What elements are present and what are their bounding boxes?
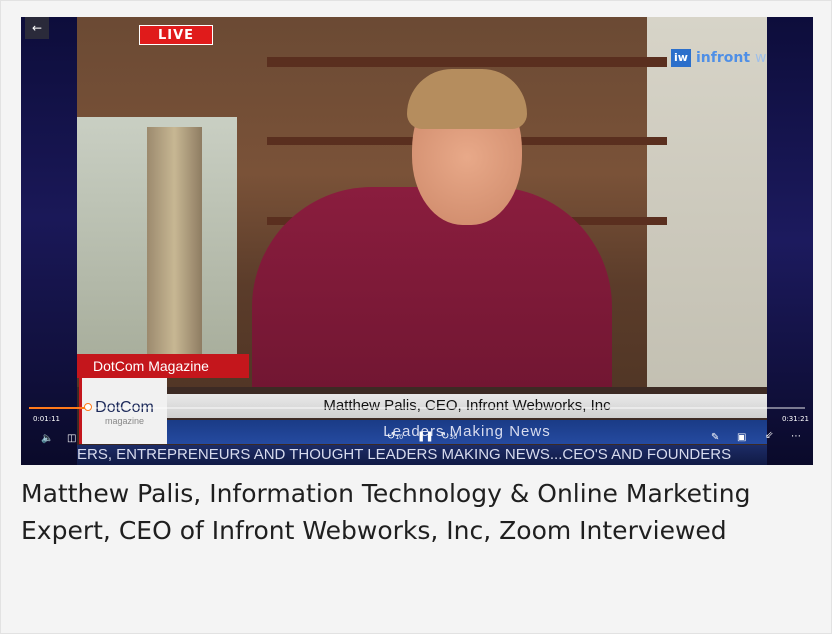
- forward-label: 30: [449, 434, 458, 441]
- collapse-icon: ⇙: [765, 430, 774, 441]
- blurred-right-edge: [767, 17, 813, 465]
- brand-name-bold: infront: [696, 50, 751, 66]
- back-arrow-icon: ←: [31, 21, 43, 35]
- brand-name-light: webworks: [755, 50, 767, 66]
- dotcom-magazine-banner: DotCom Magazine: [77, 354, 249, 378]
- duration-time: 0:31:21: [782, 415, 809, 423]
- edit-button[interactable]: ✎: [711, 432, 719, 444]
- bookshelf-top: [267, 57, 667, 67]
- progress-bar[interactable]: [29, 403, 805, 411]
- fullscreen-button[interactable]: ⇙: [765, 430, 773, 442]
- volume-icon: 🔈: [41, 433, 54, 444]
- tagline-bar: Leaders Making News: [167, 420, 767, 444]
- back-button[interactable]: ←: [25, 17, 49, 39]
- brand-mark: iw: [671, 49, 691, 67]
- person-hair: [407, 69, 527, 129]
- forward-button[interactable]: ↻30: [441, 431, 457, 444]
- more-button[interactable]: ⋯: [791, 431, 801, 443]
- miniplayer-icon: ▣: [737, 432, 747, 443]
- captions-button[interactable]: ◫: [67, 433, 76, 445]
- progress-fill: [29, 407, 89, 409]
- dotcom-magazine-logo: DotCom magazine: [79, 378, 167, 444]
- pen-icon: ✎: [711, 432, 720, 443]
- curtain: [147, 127, 202, 377]
- blurred-left-edge: [21, 17, 77, 465]
- volume-button[interactable]: 🔈: [41, 433, 53, 445]
- video-card: LIVE iw infront webworks ← DotCom Magazi…: [0, 0, 832, 634]
- rewind-label: 10: [395, 434, 404, 441]
- video-title[interactable]: Matthew Palis, Information Technology & …: [21, 475, 811, 549]
- lower-third-name: Matthew Palis, CEO, Infront Webworks, In…: [167, 394, 767, 418]
- live-badge: LIVE: [139, 25, 213, 45]
- news-ticker: ERS, ENTREPRENEURS AND THOUGHT LEADERS M…: [77, 445, 767, 465]
- miniplayer-button[interactable]: ▣: [737, 432, 746, 444]
- rewind-button[interactable]: ↺10: [387, 431, 403, 444]
- ticker-text: ERS, ENTREPRENEURS AND THOUGHT LEADERS M…: [77, 446, 732, 463]
- video-player[interactable]: LIVE iw infront webworks ← DotCom Magazi…: [21, 17, 813, 465]
- pause-icon: ❚❚: [417, 431, 434, 442]
- play-pause-button[interactable]: ❚❚: [417, 431, 434, 443]
- infront-webworks-logo: iw infront webworks: [671, 45, 767, 71]
- more-icon: ⋯: [791, 431, 801, 442]
- dotcom-logo-line2: magazine: [104, 416, 145, 426]
- elapsed-time: 0:01:11: [33, 415, 60, 423]
- captions-icon: ◫: [67, 433, 77, 444]
